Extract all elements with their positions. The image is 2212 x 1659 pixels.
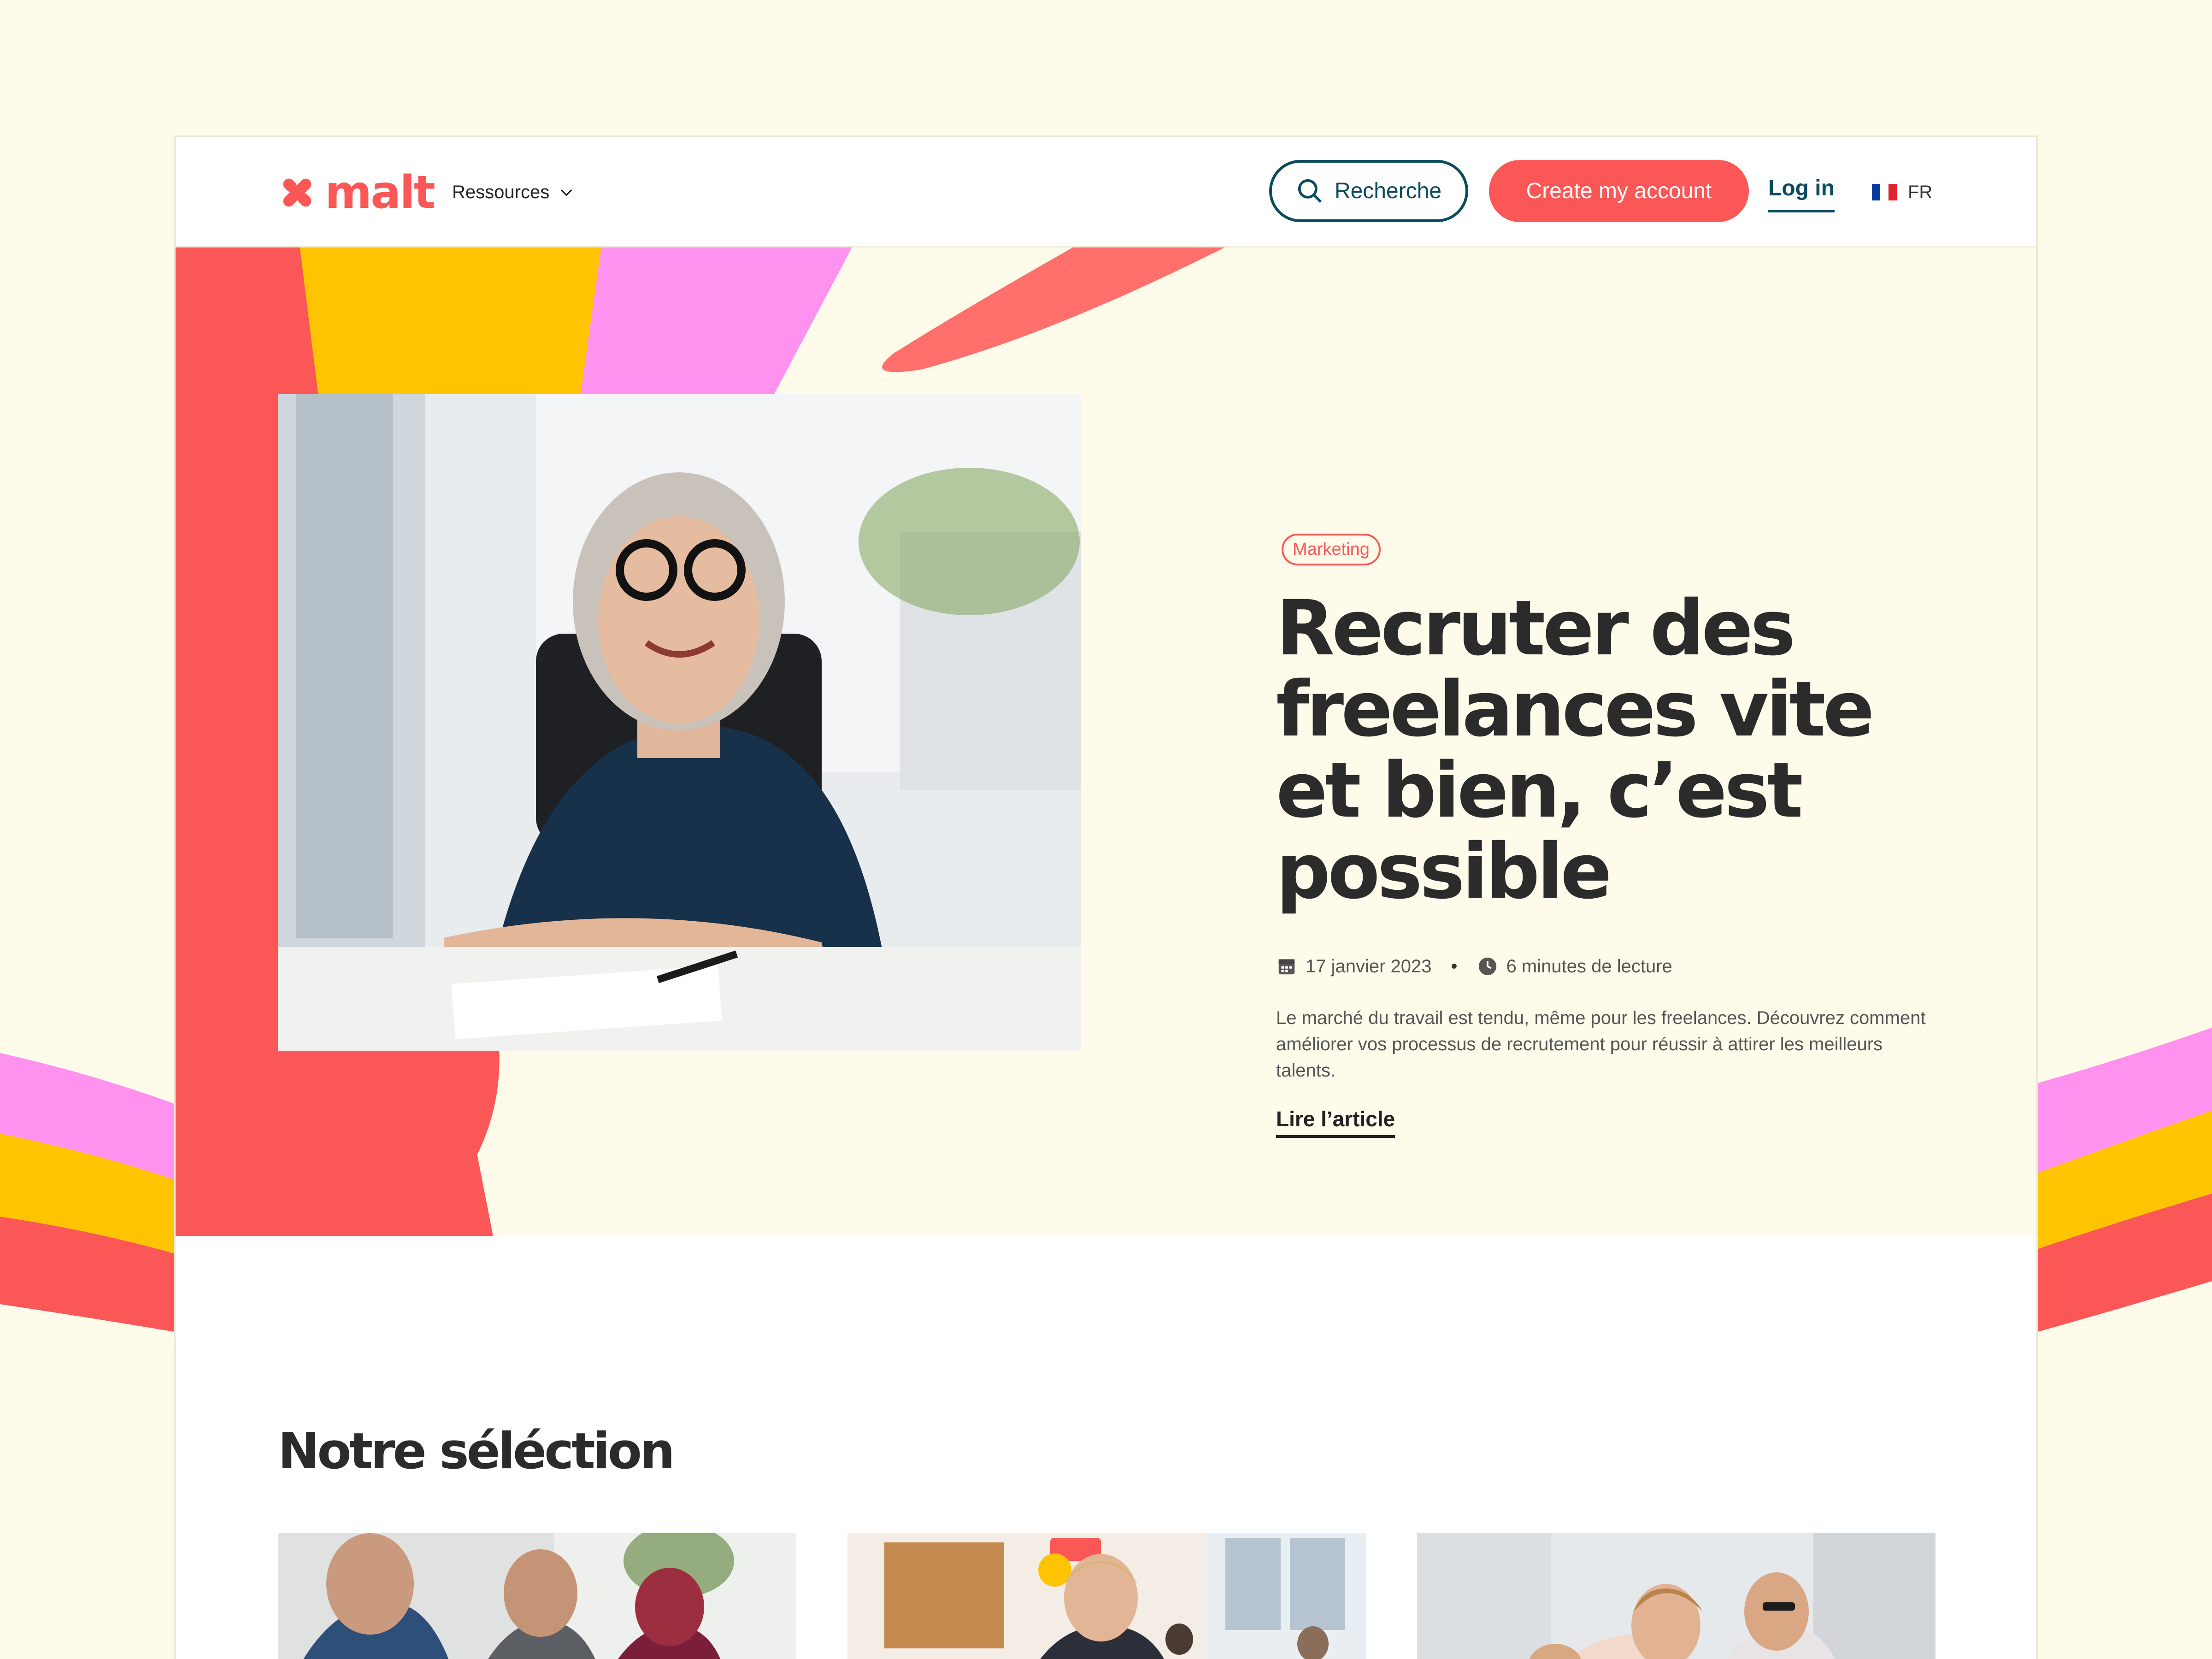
- site-header: malt Ressources Recherche Create my acco…: [176, 137, 2036, 247]
- search-button-label: Recherche: [1334, 179, 1442, 203]
- hero-description: Le marché du travail est tendu, même pou…: [1276, 1008, 1926, 1081]
- language-label: FR: [1908, 182, 1933, 202]
- read-article-link[interactable]: Lire l’article: [1276, 1106, 1395, 1138]
- login-link[interactable]: Log in: [1768, 176, 1835, 212]
- chevron-down-icon: [561, 189, 572, 196]
- calendar-icon: [1278, 959, 1295, 975]
- selection-title: Notre séléction: [278, 1423, 675, 1480]
- logo-text: malt: [325, 166, 435, 219]
- search-icon: [1298, 179, 1322, 203]
- category-tag[interactable]: Marketing: [1282, 534, 1381, 565]
- search-button[interactable]: Recherche: [1269, 160, 1468, 222]
- hero-section: Marketing Recruter des freelances vite e…: [176, 247, 2036, 1236]
- malt-logo-icon: [283, 178, 312, 207]
- nav-resources-label: Ressources: [452, 182, 550, 202]
- hero-image: [278, 394, 1081, 1051]
- article-meta: 17 janvier 2023 • 6 minutes de lecture: [1276, 953, 1672, 980]
- article-read-time: 6 minutes de lecture: [1506, 956, 1672, 977]
- selection-card-2[interactable]: [847, 1533, 1366, 1659]
- nav-resources-dropdown[interactable]: Ressources: [452, 178, 575, 206]
- photo-colleagues-laptop: [1417, 1533, 1936, 1659]
- clock-icon: [1478, 957, 1496, 976]
- create-account-button[interactable]: Create my account: [1489, 160, 1749, 222]
- france-flag-icon: [1872, 184, 1897, 200]
- language-selector[interactable]: FR: [1872, 178, 1932, 206]
- hero-title: Recruter des freelances vite et bien, c’…: [1276, 584, 1875, 916]
- photo-office-woman: [847, 1533, 1366, 1659]
- selection-card-3[interactable]: [1417, 1533, 1936, 1659]
- photo-team-meeting: [278, 1533, 796, 1659]
- article-date: 17 janvier 2023: [1306, 956, 1432, 977]
- malt-logo[interactable]: malt: [278, 166, 435, 219]
- browser-frame: malt Ressources Recherche Create my acco…: [174, 135, 2038, 1659]
- selection-cards: [278, 1533, 1937, 1659]
- meta-separator: •: [1451, 956, 1458, 977]
- selection-card-1[interactable]: [278, 1533, 796, 1659]
